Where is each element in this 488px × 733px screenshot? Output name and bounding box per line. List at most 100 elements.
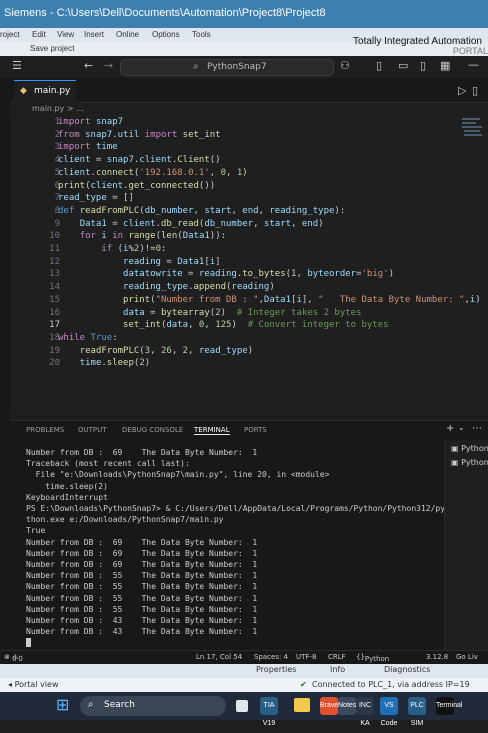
notes-icon[interactable]: Notes [338, 697, 356, 715]
terminal-taskbar-icon[interactable]: Terminal [436, 697, 462, 715]
menu-icon[interactable]: ☰ [12, 59, 22, 72]
code-line: print("Number from DB : ",Data1[i], " Th… [123, 294, 481, 305]
tia-menu-tools[interactable]: Tools [192, 30, 211, 39]
code-line: time.sleep(2) [79, 358, 151, 369]
line-number: 10 [49, 231, 60, 242]
code-line: read_type = [] [58, 193, 134, 204]
file-explorer-icon[interactable] [294, 698, 310, 712]
layout-secondary-icon[interactable]: ▯ [420, 59, 426, 72]
layout-panel-icon[interactable]: ▭ [398, 59, 408, 72]
code-line: for i in range(len(Data1)): [79, 231, 227, 242]
connection-status: Connected to PLC_1, via address IP=19 [312, 680, 470, 689]
customize-layout-icon[interactable]: ▦ [440, 59, 450, 72]
line-ending[interactable]: CRLF [328, 653, 346, 661]
split-editor-icon[interactable]: ▯ [472, 84, 478, 97]
line-number: 3 [54, 142, 60, 153]
terminal-line: File "e:\Downloads\PythonSnap7\main.py",… [26, 470, 330, 480]
code-line: def readFromPLC(db_number, start, end, r… [58, 205, 346, 216]
connection-status-icon: ✔ [300, 680, 307, 689]
python-file-icon: ◆ [20, 86, 27, 96]
minimize-icon[interactable]: — [468, 58, 479, 71]
terminal-icon: ▣ [451, 458, 462, 467]
line-number: 12 [49, 256, 60, 267]
tia-menu-options[interactable]: Options [152, 30, 180, 39]
line-number: 19 [49, 345, 60, 356]
line-number: 7 [54, 193, 60, 204]
brave-icon[interactable]: Brave [320, 697, 338, 715]
tia-menu-project[interactable]: roject [0, 30, 20, 39]
minimap[interactable] [460, 114, 486, 154]
terminal-line: Number from DB : 43 The Data Byte Number… [26, 627, 258, 637]
indentation[interactable]: Spaces: 4 [254, 653, 288, 661]
code-line: reading = Data1[i] [123, 256, 221, 267]
search-icon: ⌕ [193, 61, 199, 72]
forward-arrow-icon[interactable]: → [104, 59, 113, 72]
code-line: readFromPLC(3, 26, 2, read_type) [79, 345, 254, 356]
tab-problems[interactable]: PROBLEMS [26, 426, 64, 434]
back-arrow-icon[interactable]: ← [84, 59, 93, 72]
vscode-taskbar-icon[interactable]: VS Code [380, 697, 398, 727]
tia-portal-taskbar-icon[interactable]: TIA V19 [260, 697, 278, 727]
inc-ka-icon[interactable]: INC KA [356, 697, 374, 727]
tab-label: main.py [34, 86, 71, 96]
taskbar-search-label: Search [104, 700, 135, 710]
tia-tab-info[interactable]: Info [330, 665, 345, 674]
line-number: 17 [49, 320, 60, 331]
plcsim-icon[interactable]: PLC SIM [408, 697, 426, 727]
code-line: if (i%2)!=0: [101, 244, 167, 254]
task-view-icon[interactable] [236, 700, 248, 712]
line-number: 14 [49, 282, 60, 293]
tia-save-button[interactable]: Save project [30, 44, 74, 53]
tia-menu-insert[interactable]: Insert [84, 30, 104, 39]
windows-start-icon[interactable]: ⊞ [56, 697, 69, 713]
layout-sidebar-icon[interactable]: ▯ [376, 59, 382, 72]
terminal-line: Number from DB : 69 The Data Byte Number… [26, 560, 258, 569]
tia-menu-view[interactable]: View [57, 30, 74, 39]
cursor-position[interactable]: Ln 17, Col 54 [196, 653, 242, 661]
terminal-list: ▣ Python ▣ Python [444, 440, 488, 650]
code-line: datatowrite = reading.to_bytes(1, byteor… [123, 269, 395, 280]
language-mode[interactable]: {} Python [356, 653, 389, 663]
tab-terminal[interactable]: TERMINAL [194, 426, 230, 435]
terminal-icon: ▣ [451, 444, 462, 453]
search-icon: ⌕ [88, 699, 94, 710]
terminal-session-python-2[interactable]: ▣ Python [451, 458, 488, 467]
tia-inspector-tabs: Properties Info Diagnostics [0, 664, 488, 678]
breadcrumb[interactable]: main.py > ... [32, 104, 84, 113]
command-center-search[interactable]: ⌕ PythonSnap7 [120, 59, 334, 76]
tab-output[interactable]: OUTPUT [78, 426, 107, 434]
code-line: reading_type.append(reading) [123, 282, 275, 293]
tia-tab-diagnostics[interactable]: Diagnostics [384, 665, 430, 674]
code-line: import snap7 [58, 117, 124, 127]
terminal-line: Number from DB : 43 The Data Byte Number… [26, 616, 258, 625]
terminal-line: Number from DB : 69 The Data Byte Number… [26, 548, 258, 558]
tia-tab-properties[interactable]: Properties [256, 665, 296, 674]
problems-status[interactable]: ⊗ 0 ⚠ 0 [4, 653, 23, 663]
more-actions-icon[interactable]: ⋯ [472, 423, 482, 434]
python-version[interactable]: 3.12.8 [426, 653, 448, 661]
terminal-line: Number from DB : 55 The Data Byte Number… [26, 582, 258, 592]
run-icon[interactable]: ▷ [458, 84, 466, 97]
tab-main-py[interactable]: ◆ main.py [14, 80, 76, 103]
tia-portal-view[interactable]: ◂ Portal view [8, 680, 59, 689]
terminal-line: thon.exe e:/Downloads/PythonSnap7/main.p… [26, 515, 224, 525]
terminal-line: time.sleep(2) [26, 481, 108, 491]
line-number: 8 [54, 205, 60, 216]
copilot-icon[interactable]: ⚇ [340, 59, 350, 72]
code-line: Data1 = client.db_read(db_number, start,… [79, 218, 324, 229]
code-line: print(client.get_connected()) [58, 180, 216, 191]
code-line: client.connect('192.168.0.1', 0, 1) [58, 167, 248, 178]
code-line: while True: [58, 332, 118, 343]
encoding[interactable]: UTF-8 [296, 653, 316, 661]
tab-ports[interactable]: PORTS [244, 426, 267, 434]
line-number: 15 [49, 294, 60, 305]
taskbar-search[interactable]: ⌕ Search [80, 696, 226, 716]
terminal-session-python-1[interactable]: ▣ Python [451, 444, 488, 453]
new-terminal-icon[interactable]: + [446, 423, 454, 434]
tia-menu-online[interactable]: Online [116, 30, 139, 39]
go-live[interactable]: Go Liv [456, 653, 478, 661]
chevron-down-icon[interactable]: ⌄ [458, 423, 465, 432]
tia-menu-edit[interactable]: Edit [32, 30, 46, 39]
terminal-line: Number from DB : 69 The Data Byte Number… [26, 448, 258, 457]
tab-debug-console[interactable]: DEBUG CONSOLE [122, 426, 183, 434]
